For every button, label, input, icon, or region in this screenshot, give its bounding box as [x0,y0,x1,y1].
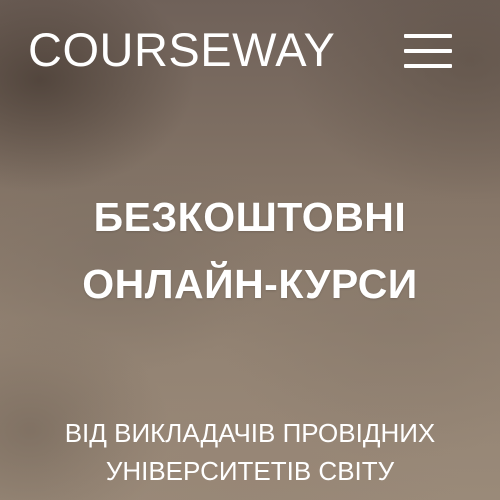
hero-title: БЕЗКОШТОВНІ ОНЛАЙН-КУРСИ [0,184,500,318]
hero-subtitle: ВІД ВИКЛАДАЧІВ ПРОВІДНИХ УНІВЕРСИТЕТІВ С… [0,414,500,490]
hero-title-line-2: ОНЛАЙН-КУРСИ [82,261,418,307]
site-logo[interactable]: COURSEWAY [28,22,335,78]
menu-bar-middle [404,49,452,53]
menu-bar-top [404,34,452,38]
menu-bar-bottom [404,64,452,68]
site-header: COURSEWAY [0,0,500,100]
hero-subtitle-line-1: ВІД ВИКЛАДАЧІВ ПРОВІДНИХ [64,418,436,448]
hero-title-line-1: БЕЗКОШТОВНІ [93,194,407,240]
hero-subtitle-line-2: УНІВЕРСИТЕТІВ СВІТУ [105,456,395,486]
hamburger-menu-icon[interactable] [404,31,454,71]
